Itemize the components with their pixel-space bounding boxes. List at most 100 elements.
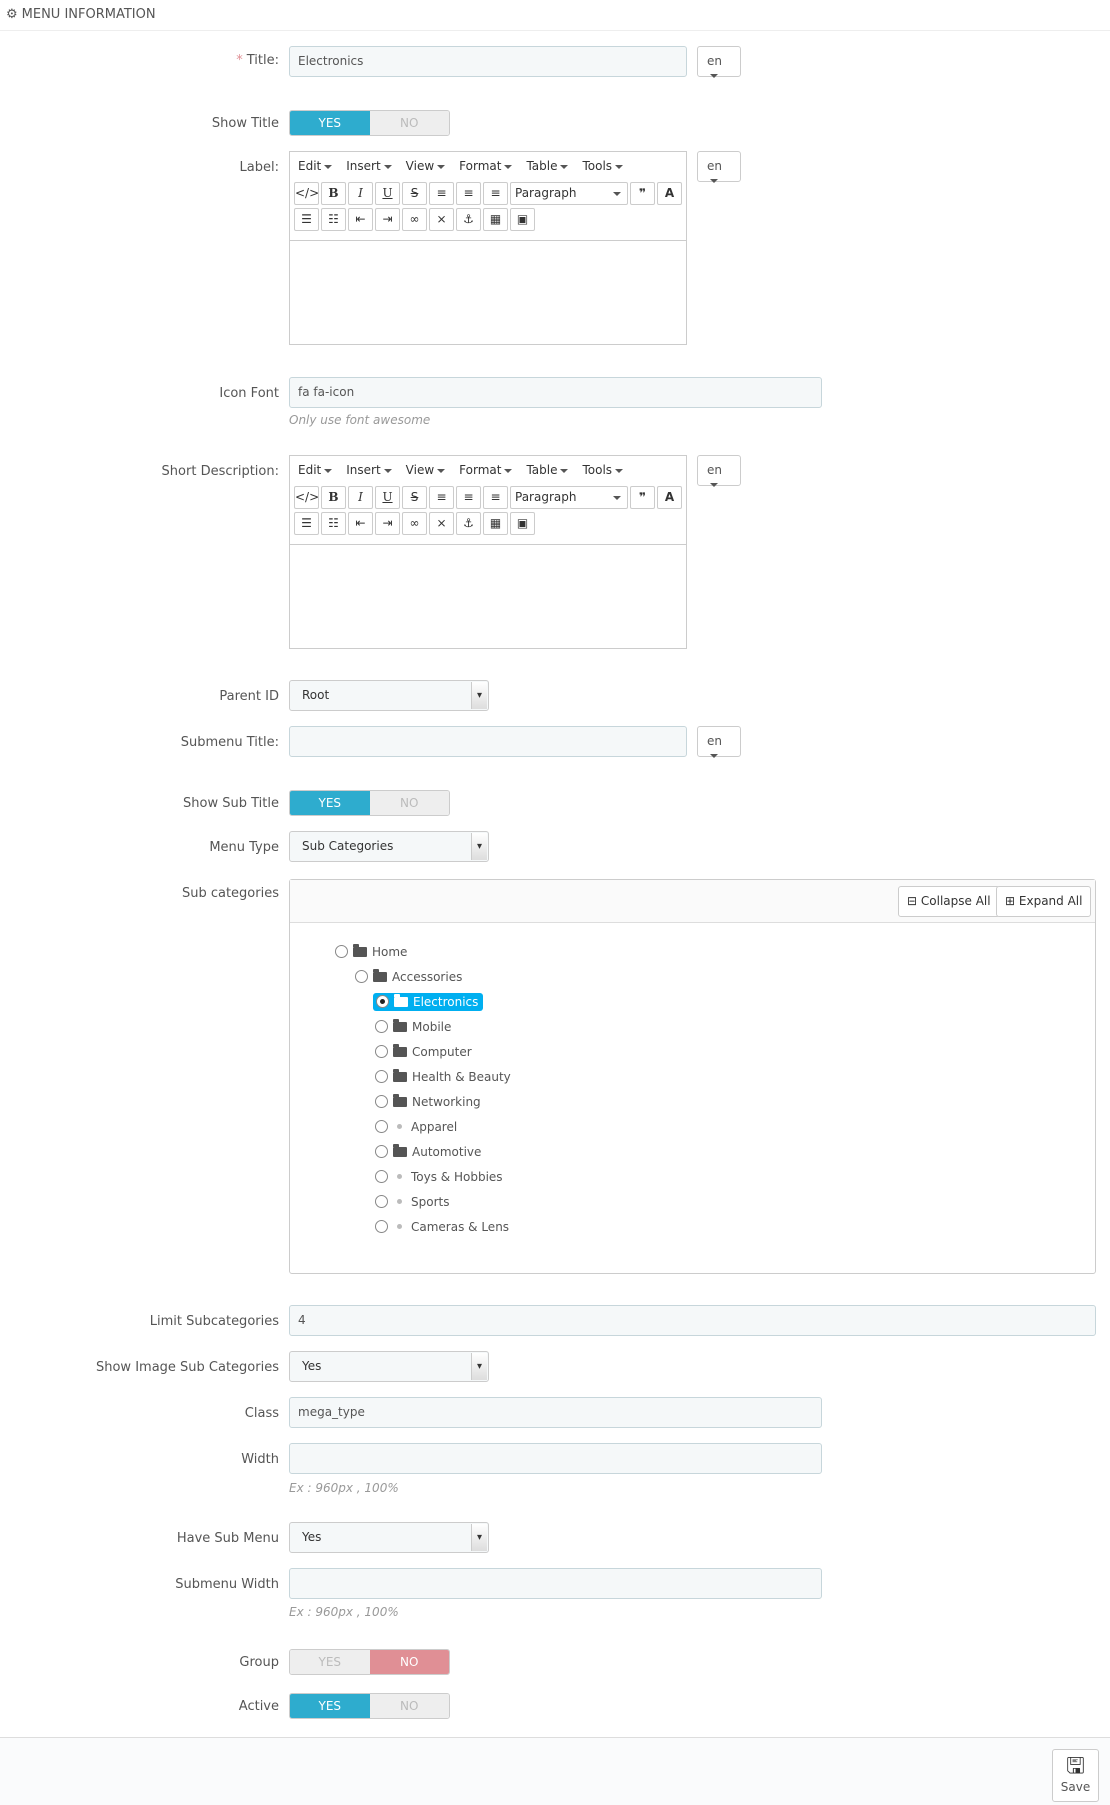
menu-type-select[interactable]: Sub Categories ▾ (289, 831, 489, 862)
unlink-icon[interactable]: ⨯ (429, 207, 454, 231)
source-code-icon[interactable]: </> (294, 485, 319, 509)
paragraph-dropdown[interactable]: Paragraph (510, 181, 628, 205)
submenu-title-lang-dropdown[interactable]: en (697, 726, 741, 758)
radio-apparel[interactable] (375, 1120, 388, 1133)
align-right-icon[interactable]: ≡ (483, 181, 508, 205)
align-right-icon[interactable]: ≡ (483, 485, 508, 509)
numbered-list-icon[interactable]: ☷ (321, 511, 346, 535)
link-icon[interactable]: ∞ (402, 511, 427, 535)
numbered-list-icon[interactable]: ☷ (321, 207, 346, 231)
bold-icon[interactable]: B (321, 181, 346, 205)
editor-content-area[interactable] (290, 544, 686, 648)
tree-node-automotive[interactable]: Automotive (375, 1141, 481, 1162)
media-icon[interactable]: ▦ (483, 207, 508, 231)
align-left-icon[interactable]: ≡ (429, 485, 454, 509)
anchor-icon[interactable]: ⚓ (456, 511, 481, 535)
menu-format[interactable]: Format (459, 159, 513, 173)
menu-tools[interactable]: Tools (582, 463, 624, 477)
label-editor[interactable]: Edit Insert View Format Table Tools </> … (289, 151, 687, 345)
menu-insert[interactable]: Insert (346, 159, 392, 173)
text-color-icon[interactable]: A (657, 181, 682, 205)
show-title-no[interactable]: NO (369, 111, 449, 135)
submenu-title-input[interactable] (289, 726, 687, 757)
indent-icon[interactable]: ⇥ (375, 207, 400, 231)
tree-node-networking[interactable]: Networking (375, 1091, 481, 1112)
title-lang-dropdown[interactable]: en (697, 46, 741, 78)
radio-health-beauty[interactable] (375, 1070, 388, 1083)
outdent-icon[interactable]: ⇤ (348, 511, 373, 535)
radio-automotive[interactable] (375, 1145, 388, 1158)
menu-table[interactable]: Table (526, 463, 569, 477)
radio-electronics[interactable] (376, 995, 389, 1008)
tree-node-health-beauty[interactable]: Health & Beauty (375, 1066, 511, 1087)
indent-icon[interactable]: ⇥ (375, 511, 400, 535)
save-button[interactable]: 🖫 Save (1052, 1749, 1099, 1802)
radio-cameras-lens[interactable] (375, 1220, 388, 1233)
underline-icon[interactable]: U (375, 181, 400, 205)
radio-home[interactable] (335, 945, 348, 958)
italic-icon[interactable]: I (348, 181, 373, 205)
menu-edit[interactable]: Edit (298, 463, 333, 477)
collapse-all-button[interactable]: ⊟ Collapse All (898, 886, 1000, 917)
limit-subcategories-input[interactable]: 4 (289, 1305, 1096, 1336)
tree-node-cameras-lens[interactable]: Cameras & Lens (375, 1216, 509, 1237)
expand-all-button[interactable]: ⊞ Expand All (996, 886, 1092, 917)
menu-format[interactable]: Format (459, 463, 513, 477)
menu-insert[interactable]: Insert (346, 463, 392, 477)
text-color-icon[interactable]: A (657, 485, 682, 509)
tree-node-electronics[interactable]: Electronics (373, 991, 484, 1012)
radio-toys-hobbies[interactable] (375, 1170, 388, 1183)
title-input[interactable]: Electronics (289, 46, 687, 77)
source-code-icon[interactable]: </> (294, 181, 319, 205)
media-icon[interactable]: ▦ (483, 511, 508, 535)
bullet-list-icon[interactable]: ☰ (294, 207, 319, 231)
parent-id-select[interactable]: Root ▾ (289, 680, 489, 711)
align-left-icon[interactable]: ≡ (429, 181, 454, 205)
group-no[interactable]: NO (369, 1650, 449, 1674)
radio-sports[interactable] (375, 1195, 388, 1208)
show-title-yes[interactable]: YES (290, 111, 370, 135)
radio-accessories[interactable] (355, 970, 368, 983)
outdent-icon[interactable]: ⇤ (348, 207, 373, 231)
short-description-lang-dropdown[interactable]: en (697, 455, 741, 487)
show-sub-title-toggle[interactable]: YES NO (289, 790, 450, 816)
icon-font-input[interactable]: fa fa-icon (289, 377, 822, 408)
show-image-sub-select[interactable]: Yes ▾ (289, 1351, 489, 1382)
strikethrough-icon[interactable]: S (402, 181, 427, 205)
anchor-icon[interactable]: ⚓ (456, 207, 481, 231)
tree-node-sports[interactable]: Sports (375, 1191, 449, 1212)
radio-networking[interactable] (375, 1095, 388, 1108)
group-yes[interactable]: YES (290, 1650, 370, 1674)
image-icon[interactable]: ▣ (510, 511, 535, 535)
menu-edit[interactable]: Edit (298, 159, 333, 173)
menu-view[interactable]: View (406, 463, 446, 477)
show-title-toggle[interactable]: YES NO (289, 110, 450, 136)
active-toggle[interactable]: YES NO (289, 1693, 450, 1719)
show-sub-title-no[interactable]: NO (369, 791, 449, 815)
tree-node-home[interactable]: Home (335, 941, 407, 962)
underline-icon[interactable]: U (375, 485, 400, 509)
label-lang-dropdown[interactable]: en (697, 151, 741, 183)
radio-mobile[interactable] (375, 1020, 388, 1033)
radio-computer[interactable] (375, 1045, 388, 1058)
paragraph-dropdown[interactable]: Paragraph (510, 485, 628, 509)
submenu-width-input[interactable] (289, 1568, 822, 1599)
blockquote-icon[interactable]: ❞ (630, 485, 655, 509)
editor-content-area[interactable] (290, 240, 686, 344)
show-sub-title-yes[interactable]: YES (290, 791, 370, 815)
blockquote-icon[interactable]: ❞ (630, 181, 655, 205)
bullet-list-icon[interactable]: ☰ (294, 511, 319, 535)
width-input[interactable] (289, 1443, 822, 1474)
image-icon[interactable]: ▣ (510, 207, 535, 231)
tree-node-apparel[interactable]: Apparel (375, 1116, 457, 1137)
active-yes[interactable]: YES (290, 1694, 370, 1718)
group-toggle[interactable]: YES NO (289, 1649, 450, 1675)
menu-table[interactable]: Table (526, 159, 569, 173)
unlink-icon[interactable]: ⨯ (429, 511, 454, 535)
active-no[interactable]: NO (369, 1694, 449, 1718)
align-center-icon[interactable]: ≡ (456, 181, 481, 205)
tree-node-computer[interactable]: Computer (375, 1041, 472, 1062)
short-description-editor[interactable]: Edit Insert View Format Table Tools </> … (289, 455, 687, 649)
have-sub-menu-select[interactable]: Yes ▾ (289, 1522, 489, 1553)
italic-icon[interactable]: I (348, 485, 373, 509)
